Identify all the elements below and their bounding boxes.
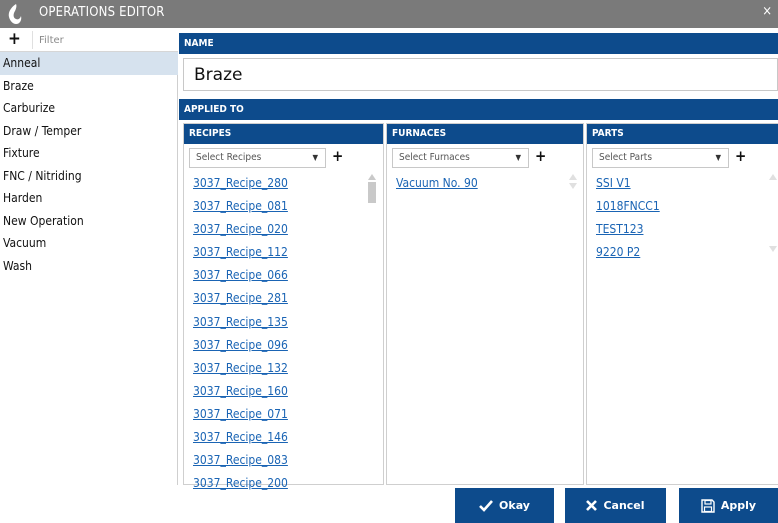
title-bar: OPERATIONS EDITOR ×	[0, 0, 778, 28]
furnaces-header: FURNACES	[387, 124, 583, 144]
add-part-icon[interactable]: +	[735, 147, 746, 165]
add-operation-icon[interactable]: +	[8, 29, 21, 49]
cancel-label: Cancel	[603, 499, 645, 512]
furnaces-select-label: Select Furnaces	[399, 152, 470, 163]
operations-sidebar: + AnnealBrazeCarburizeDraw / TemperFixtu…	[0, 28, 178, 485]
recipes-column: RECIPES Select Recipes ▼ + 3037_Recipe_2…	[183, 123, 384, 490]
recipe-link[interactable]: 3037_Recipe_146	[193, 426, 288, 449]
furnace-link[interactable]: Vacuum No. 90	[396, 172, 478, 195]
recipe-link[interactable]: 3037_Recipe_135	[193, 311, 288, 334]
filter-input[interactable]	[32, 31, 172, 49]
recipes-scrollbar[interactable]	[368, 174, 376, 474]
recipe-link[interactable]: 3037_Recipe_066	[193, 264, 288, 287]
x-icon	[586, 500, 598, 511]
recipes-select[interactable]: Select Recipes ▼	[189, 148, 326, 168]
operations-list: Anneal Braze Carburize Draw / Temper Fixture…	[0, 52, 178, 277]
parts-header: PARTS	[587, 124, 778, 144]
sidebar-item[interactable]: Braze	[0, 75, 178, 98]
scroll-up-icon[interactable]	[368, 174, 376, 180]
part-link[interactable]: TEST123	[596, 218, 660, 241]
scroll-thumb[interactable]	[368, 182, 376, 203]
recipe-link[interactable]: 3037_Recipe_281	[193, 287, 288, 310]
sidebar-item[interactable]: New Operation	[0, 210, 178, 233]
sidebar-item[interactable]: FNC / Nitriding	[0, 165, 178, 188]
check-icon	[479, 499, 494, 512]
scroll-up-icon[interactable]	[769, 174, 777, 180]
recipes-list: 3037_Recipe_280 3037_Recipe_081 3037_Recip…	[193, 172, 288, 495]
scroll-down-icon[interactable]	[569, 183, 577, 189]
applied-to-header: APPLIED TO	[179, 99, 778, 120]
recipe-link[interactable]: 3037_Recipe_280	[193, 172, 288, 195]
apply-label: Apply	[720, 499, 757, 512]
recipes-select-label: Select Recipes	[196, 152, 262, 163]
main-panel: NAME APPLIED TO RECIPES Select Recipes ▼…	[179, 28, 778, 490]
recipe-link[interactable]: 3037_Recipe_020	[193, 218, 288, 241]
chevron-down-icon: ▼	[312, 153, 318, 162]
apply-button[interactable]: Apply	[679, 488, 778, 523]
sidebar-item[interactable]: Draw / Temper	[0, 120, 178, 143]
parts-select-label: Select Parts	[599, 152, 653, 163]
recipe-link[interactable]: 3037_Recipe_081	[193, 195, 288, 218]
recipe-link[interactable]: 3037_Recipe_071	[193, 403, 288, 426]
furnaces-list: Vacuum No. 90	[396, 172, 478, 195]
sidebar-filter-bar: +	[0, 28, 178, 52]
parts-list: SSI V1 1018FNCC1 TEST123 9220 P2	[596, 172, 660, 264]
add-furnace-icon[interactable]: +	[535, 147, 546, 165]
scroll-up-icon[interactable]	[569, 174, 577, 180]
recipe-link[interactable]: 3037_Recipe_083	[193, 449, 288, 472]
sidebar-item[interactable]: Anneal	[0, 52, 178, 75]
part-link[interactable]: SSI V1	[596, 172, 660, 195]
operation-name-input[interactable]	[183, 58, 778, 91]
part-link[interactable]: 1018FNCC1	[596, 195, 660, 218]
parts-column: PARTS Select Parts ▼ + SSI V1 1018FNCC1 TE…	[586, 123, 778, 485]
chevron-down-icon: ▼	[715, 153, 721, 162]
recipes-header: RECIPES	[184, 124, 383, 144]
okay-button[interactable]: Okay	[455, 488, 554, 523]
furnaces-select[interactable]: Select Furnaces ▼	[392, 148, 529, 168]
recipe-link[interactable]: 3037_Recipe_160	[193, 380, 288, 403]
sidebar-item[interactable]: Wash	[0, 255, 178, 278]
sidebar-item[interactable]: Vacuum	[0, 232, 178, 255]
furnaces-column: FURNACES Select Furnaces ▼ + Vacuum No. …	[386, 123, 584, 485]
furnaces-scrollbar[interactable]	[569, 174, 577, 194]
name-section-header: NAME	[179, 33, 778, 54]
parts-scrollbar[interactable]	[769, 174, 777, 254]
window-title: OPERATIONS EDITOR	[39, 5, 165, 20]
scroll-down-icon[interactable]	[769, 246, 777, 252]
recipe-link[interactable]: 3037_Recipe_112	[193, 241, 288, 264]
recipe-link[interactable]: 3037_Recipe_200	[193, 472, 288, 495]
parts-select[interactable]: Select Parts ▼	[592, 148, 729, 168]
chevron-down-icon: ▼	[515, 153, 521, 162]
sidebar-item[interactable]: Fixture	[0, 142, 178, 165]
cancel-button[interactable]: Cancel	[565, 488, 666, 523]
part-link[interactable]: 9220 P2	[596, 241, 660, 264]
close-icon[interactable]: ×	[762, 4, 772, 19]
flame-icon	[8, 4, 22, 24]
recipe-link[interactable]: 3037_Recipe_096	[193, 334, 288, 357]
sidebar-item[interactable]: Carburize	[0, 97, 178, 120]
sidebar-item[interactable]: Harden	[0, 187, 178, 210]
add-recipe-icon[interactable]: +	[332, 147, 343, 165]
recipe-link[interactable]: 3037_Recipe_132	[193, 357, 288, 380]
okay-label: Okay	[499, 499, 530, 512]
save-icon	[701, 498, 715, 513]
